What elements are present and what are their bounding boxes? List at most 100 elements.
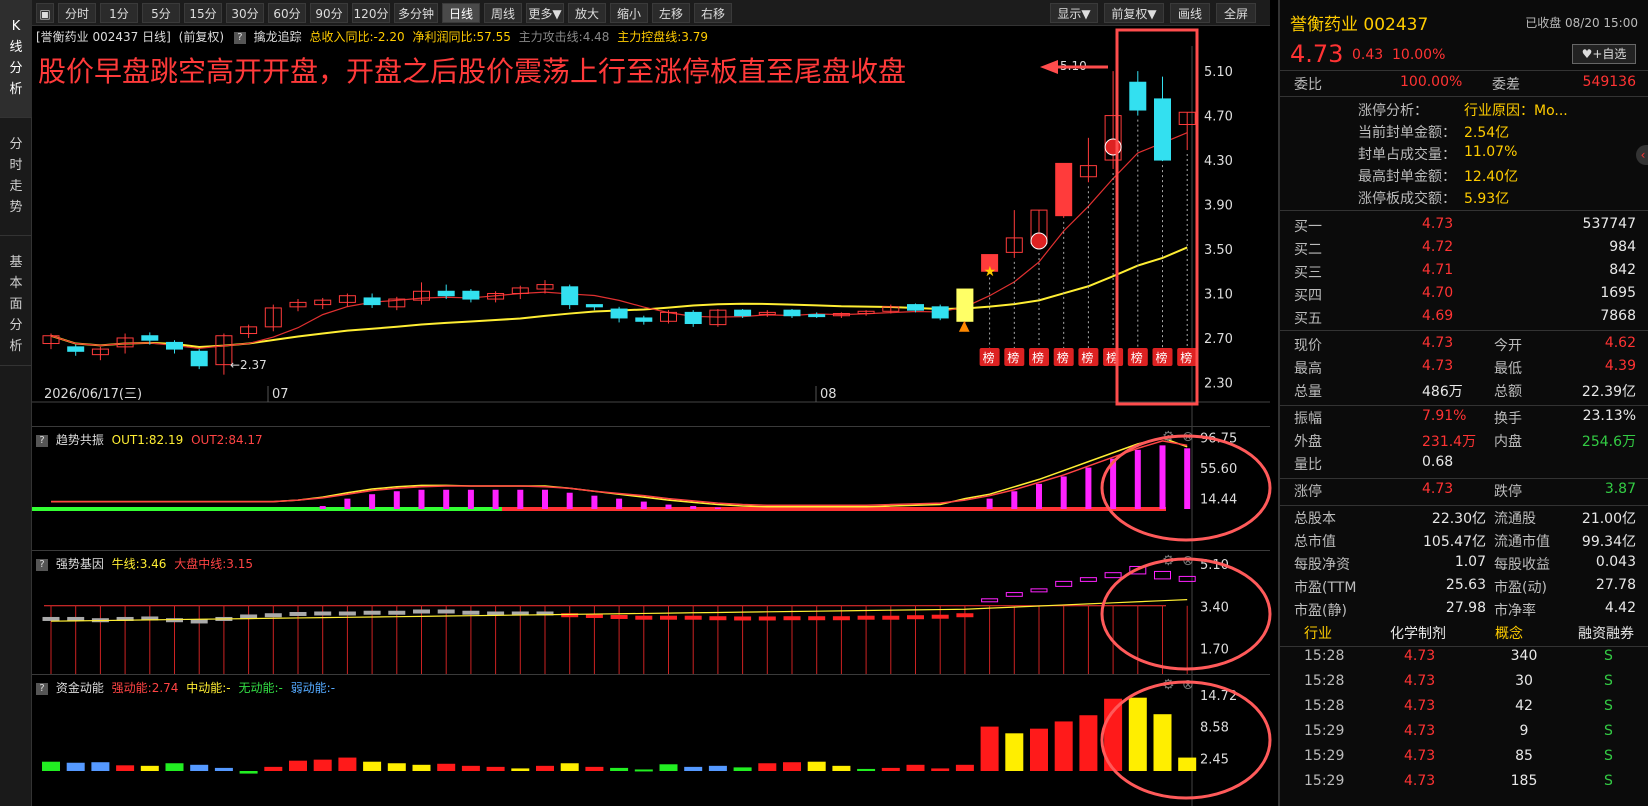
- toolbar-right-3[interactable]: 全屏: [1216, 3, 1256, 23]
- period-4[interactable]: 30分: [226, 3, 264, 23]
- indicator-name[interactable]: 擒龙追踪: [254, 30, 302, 44]
- help-icon[interactable]: ?: [36, 682, 48, 695]
- close-icon[interactable]: ⊗: [1182, 429, 1194, 445]
- help-icon[interactable]: ?: [36, 558, 48, 571]
- stock-label: [誉衡药业 002437 日线]: [36, 30, 171, 44]
- fund-bar: [536, 765, 554, 771]
- fund-bar: [66, 762, 85, 771]
- trend-bar: [591, 495, 598, 509]
- rocket-icon: ▲: [959, 318, 970, 334]
- low-label: ←2.37: [230, 358, 267, 372]
- fund-bar: [239, 771, 258, 774]
- tick-price: 4.73: [1404, 698, 1436, 714]
- strong-bar: [413, 609, 430, 614]
- menu-square-icon[interactable]: ▣: [36, 3, 54, 23]
- toolbar-right-1[interactable]: 前复权▼: [1104, 3, 1164, 23]
- trend-panel[interactable]: 96.75 55.60 14.44 ? 趋势共振 OUT1:82.19 OUT2:8…: [32, 426, 1270, 551]
- control-line-value: 主力控盘线:3.79: [617, 30, 709, 44]
- period-6[interactable]: 90分: [310, 3, 348, 23]
- y-tick-label: 55.60: [1200, 462, 1237, 477]
- bid-volume: 537747: [1582, 216, 1636, 232]
- trend-bar: [369, 494, 376, 509]
- strong-bar: [931, 614, 949, 619]
- bang-label: 榜: [1007, 350, 1019, 365]
- gear-icon[interactable]: ⚙: [1162, 429, 1175, 445]
- gear-icon[interactable]: ⚙: [1162, 677, 1175, 693]
- stat-key: 总额: [1494, 384, 1522, 400]
- mid-power-value: 中动能:-: [186, 681, 231, 695]
- strong-bar: [1079, 577, 1097, 582]
- strong-power-value: 强动能:2.74: [111, 681, 179, 695]
- period-1[interactable]: 1分: [100, 3, 138, 23]
- strong-gene-panel[interactable]: 5.10 3.40 1.70 ? 强势基因 牛线:3.46 大盘中线:3.15 ⚙ …: [32, 550, 1270, 675]
- period-11[interactable]: 更多▼: [526, 3, 564, 23]
- help-icon[interactable]: ?: [36, 434, 48, 447]
- toolbar-right-2[interactable]: 画线: [1170, 3, 1210, 23]
- none-power-value: 无动能:-: [238, 681, 283, 695]
- tag-0[interactable]: 行业: [1304, 623, 1332, 643]
- period-10[interactable]: 周线: [484, 3, 522, 23]
- trend-out2: OUT2:84.17: [191, 433, 263, 447]
- period-8[interactable]: 多分钟: [394, 3, 438, 23]
- stat-key: 振幅: [1294, 411, 1322, 427]
- tick-volume: 185: [1510, 773, 1538, 789]
- bid-volume: 7868: [1600, 308, 1636, 324]
- period-3[interactable]: 15分: [184, 3, 222, 23]
- period-13[interactable]: 缩小: [610, 3, 648, 23]
- toolbar-right-0[interactable]: 显示▼: [1050, 3, 1098, 23]
- attack-line-value: 主力攻击线:4.48: [518, 30, 610, 44]
- rev-yoy: 总收入同比:-2.20: [309, 30, 405, 44]
- tag-1[interactable]: 化学制剂: [1390, 623, 1446, 643]
- tick-price: 4.73: [1404, 673, 1436, 689]
- tag-2[interactable]: 概念: [1495, 623, 1523, 643]
- period-12[interactable]: 放大: [568, 3, 606, 23]
- wc-value: 549136: [1582, 74, 1636, 90]
- fund-power-panel[interactable]: 14.72 8.58 2.45 ? 资金动能 强动能:2.74 中动能:- 无动能:…: [32, 674, 1270, 806]
- period-7[interactable]: 120分: [352, 3, 390, 23]
- left-tab-2[interactable]: 基本面分析: [0, 236, 32, 366]
- period-9[interactable]: 日线: [442, 3, 480, 23]
- divider: [1280, 505, 1648, 506]
- tick-time: 15:28: [1304, 648, 1345, 664]
- star-icon: ★: [984, 264, 997, 280]
- tick-price: 4.73: [1404, 748, 1436, 764]
- stat-value: 3.87: [1604, 481, 1636, 497]
- tag-3[interactable]: 融资融券: [1578, 623, 1634, 643]
- fund-value: 21.00亿: [1581, 511, 1636, 527]
- fund-bar: [807, 761, 826, 771]
- strong-bar: [190, 619, 208, 624]
- bid-level: 买五: [1294, 311, 1322, 327]
- help-icon[interactable]: ?: [233, 31, 246, 44]
- add-watchlist-button[interactable]: ♥+自选: [1572, 44, 1636, 64]
- bang-label: 榜: [1180, 350, 1192, 365]
- y-tick-label: 5.10: [1204, 65, 1233, 80]
- left-tab-0[interactable]: K线分析: [0, 0, 32, 118]
- period-0[interactable]: 分时: [58, 3, 96, 23]
- fund-bar: [733, 767, 752, 771]
- gear-icon[interactable]: ⚙: [1162, 553, 1175, 569]
- strong-bar: [956, 613, 974, 618]
- fund-bar: [165, 763, 184, 771]
- strong-bar: [1055, 580, 1073, 587]
- period-2[interactable]: 5分: [142, 3, 180, 23]
- tick-price: 4.73: [1404, 773, 1436, 789]
- bid-price: 4.71: [1422, 262, 1454, 278]
- fund-value: 1.07: [1454, 554, 1486, 570]
- control-line: [50, 246, 1188, 349]
- left-tab-1[interactable]: 分时走势: [0, 118, 32, 236]
- fund-bar: [338, 757, 357, 771]
- close-icon[interactable]: ⊗: [1182, 677, 1194, 693]
- candle-body: [907, 304, 924, 311]
- fund-bar: [955, 764, 974, 771]
- period-14[interactable]: 左移: [652, 3, 690, 23]
- kline-panel[interactable]: 5.10 4.70 4.30 3.90 3.50 3.10 2.70 2.30 榜榜榜榜榜榜榜榜…: [32, 46, 1270, 434]
- tick-price: 4.73: [1404, 723, 1436, 739]
- period-5[interactable]: 60分: [268, 3, 306, 23]
- fund-title: ? 资金动能 强动能:2.74 中动能:- 无动能:- 弱动能:-: [36, 679, 335, 696]
- close-icon[interactable]: ⊗: [1182, 553, 1194, 569]
- fund-bar: [931, 768, 950, 771]
- period-15[interactable]: 右移: [694, 3, 732, 23]
- weak-power-value: 弱动能:-: [290, 681, 336, 695]
- trend-bar: [418, 489, 425, 509]
- y-tick-label: 3.50: [1204, 243, 1233, 258]
